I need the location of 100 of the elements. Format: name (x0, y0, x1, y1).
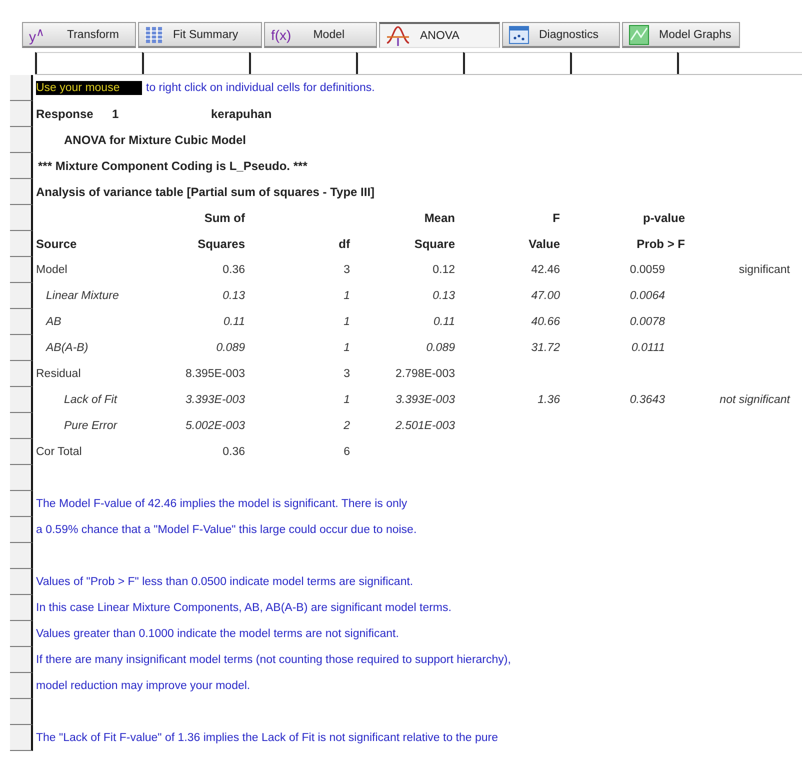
note-text: Values greater than 0.1000 indicate the model terms are not significant. (36, 628, 399, 640)
p-value-cell-text: 0.0111 (630, 342, 665, 354)
row-header-cell[interactable] (10, 517, 33, 543)
row-header-cell[interactable] (10, 647, 33, 673)
tab[interactable]: f(x) Model (264, 22, 377, 48)
mean-square-cell-text: 0.11 (432, 316, 455, 328)
row-header-cell[interactable] (10, 725, 33, 751)
row-header-cell[interactable] (10, 569, 33, 595)
mean-square-cell-text: 0.089 (425, 342, 455, 354)
df-cell-text: 1 (342, 342, 350, 354)
column-header: F (552, 211, 560, 225)
sum-of-squares-cell-text: 0.089 (215, 342, 245, 354)
p-value-cell-text: 0.0078 (628, 316, 665, 328)
row-header-cell[interactable] (10, 699, 33, 725)
sum-of-squares-cell-text: 0.36 (222, 264, 245, 276)
row-header-cell[interactable] (10, 179, 33, 205)
p-value-cell-text: 0.0059 (628, 264, 665, 276)
tab[interactable]: y$^{∧}$ Transform (22, 22, 136, 48)
row-header-cell[interactable] (10, 361, 33, 387)
mean-square-cell-text: 0.12 (432, 264, 455, 276)
df-cell-text: 1 (342, 394, 350, 406)
row-header-cell[interactable] (10, 257, 33, 283)
row-header-cell[interactable] (10, 75, 33, 101)
response-number: 1 (112, 107, 120, 121)
row-header-cell[interactable] (10, 413, 33, 439)
column-header-cell[interactable] (463, 52, 570, 74)
sum-of-squares-cell-text: 3.393E-003 (184, 394, 245, 406)
column-header: Value (528, 237, 560, 251)
row-header-cell[interactable] (10, 283, 33, 309)
table-icon (145, 26, 163, 44)
p-value-cell-text: 0.3643 (628, 394, 665, 406)
source-cell-text: Residual (36, 368, 82, 380)
column-header: Sum of (203, 211, 245, 225)
note-text: model reduction may improve your model. (36, 680, 250, 692)
row-header-cell[interactable] (10, 439, 33, 465)
row-header-cell[interactable] (10, 335, 33, 361)
distribution-curve-icon (386, 24, 410, 46)
source-cell-text: AB(A-B) (44, 342, 90, 354)
row-header-cell[interactable] (10, 465, 33, 491)
note-text: In this case Linear Mixture Components, AB, AB(A-B) are significant model terms. (36, 602, 452, 614)
sum-of-squares-cell-text: 0.13 (222, 290, 245, 302)
row-header-cell[interactable] (10, 595, 33, 621)
df-cell-text: 1 (342, 290, 350, 302)
coding-note: *** Mixture Component Coding is L_Pseudo. *** (38, 159, 308, 173)
source-cell-text: Lack of Fit (63, 394, 118, 406)
sum-of-squares-cell-text: 0.36 (222, 446, 245, 458)
mean-square-cell-text: 3.393E-003 (394, 394, 455, 406)
row-header-cell[interactable] (10, 491, 33, 517)
f-value-cell-text: 40.66 (530, 316, 560, 328)
column-header-cell[interactable] (677, 52, 802, 74)
df-cell-text: 3 (342, 264, 350, 276)
surface-graph-icon (629, 24, 649, 44)
row-header-cell[interactable] (10, 309, 33, 335)
column-header-cell[interactable] (249, 52, 356, 74)
note-text: If there are many insignificant model terms (not counting those required to support hierarchy), (36, 654, 511, 666)
report-title: ANOVA for Mixture Cubic Model (64, 133, 246, 147)
sum-of-squares-cell-text: 8.395E-003 (184, 368, 245, 380)
f-value-cell-text: 47.00 (530, 290, 560, 302)
column-header: p-value (642, 211, 685, 225)
column-header: df (338, 237, 350, 251)
scatter-plot-icon (509, 26, 529, 44)
hint-highlight: Use your mouse (36, 81, 142, 95)
column-header-cell[interactable] (570, 52, 677, 74)
source-cell-text: Model (36, 264, 68, 276)
row-header-cell[interactable] (10, 101, 33, 127)
source-cell-text: Pure Error (63, 420, 118, 432)
mean-square-cell-text: 2.798E-003 (394, 368, 455, 380)
row-header-cell[interactable] (10, 231, 33, 257)
df-cell-text: 6 (342, 446, 350, 458)
column-header: Prob > F (636, 237, 685, 251)
tab[interactable]: ANOVA (379, 22, 500, 48)
tab[interactable]: Fit Summary (138, 22, 262, 48)
row-header-cell[interactable] (10, 673, 33, 699)
column-header: Squares (196, 237, 245, 251)
row-header-cell[interactable] (10, 387, 33, 413)
row-header-cell[interactable] (10, 543, 33, 569)
column-header: Source (36, 237, 78, 251)
note-text: The "Lack of Fit F-value" of 1.36 implies the Lack of Fit is not significant relative to the pure (36, 732, 498, 744)
significance-cell-text: not significant (718, 394, 790, 406)
column-header-cell[interactable] (35, 52, 142, 74)
row-header-cell[interactable] (10, 153, 33, 179)
source-cell-text: Cor Total (36, 446, 83, 458)
note-text: a 0.59% chance that a "Model F-Value" this large could occur due to noise. (36, 524, 417, 536)
mean-square-cell-text: 0.13 (432, 290, 455, 302)
note-text: The Model F-value of 42.46 implies the model is significant. There is only (36, 498, 408, 510)
function-icon: f(x) (271, 26, 292, 42)
p-value-cell-text: 0.0064 (628, 290, 665, 302)
column-header-cell[interactable] (142, 52, 249, 74)
column-header: Mean (423, 211, 455, 225)
f-value-cell-text: 31.72 (530, 342, 560, 354)
tab[interactable]: Diagnostics (502, 22, 620, 48)
note-text: Values of "Prob > F" less than 0.0500 indicate model terms are significant. (36, 576, 414, 588)
response-label: Response (36, 107, 94, 121)
sum-of-squares-cell-text: 5.002E-003 (184, 420, 245, 432)
row-header-cell[interactable] (10, 127, 33, 153)
row-header-cell[interactable] (10, 205, 33, 231)
row-header-cell[interactable] (10, 621, 33, 647)
df-cell-text: 2 (342, 420, 350, 432)
column-header-cell[interactable] (356, 52, 463, 74)
tab[interactable]: Model Graphs (622, 22, 740, 48)
